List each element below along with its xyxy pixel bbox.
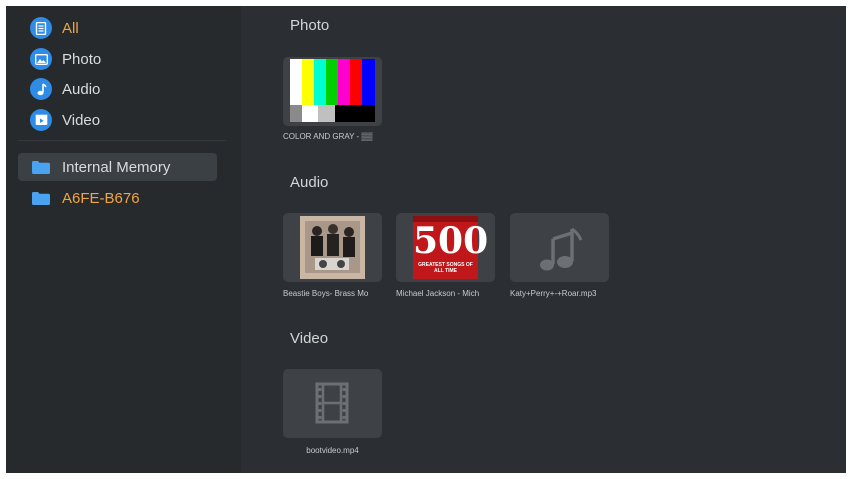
film-icon <box>315 382 349 424</box>
document-icon <box>30 17 52 39</box>
sidebar-item-video[interactable]: Video <box>30 107 100 133</box>
audio-thumbnail-katy-perry[interactable] <box>510 213 609 282</box>
storage-internal-memory[interactable]: Internal Memory <box>18 153 217 181</box>
audio-thumbnail-michael-jackson[interactable]: 500 GREATEST SONGS OF ALL TIME <box>396 213 495 282</box>
folder-icon <box>32 160 50 174</box>
audio-item-label: Michael Jackson - Mich <box>396 289 480 298</box>
sidebar-item-label: Photo <box>62 50 102 68</box>
audio-item-label: Katy+Perry+-+Roar.mp3 <box>510 289 597 298</box>
sidebar-item-label: Video <box>62 111 101 129</box>
audio-item-label: Beastie Boys- Brass Mo <box>283 289 369 298</box>
video-item-label: bootvideo.mp4 <box>306 446 359 455</box>
media-browser-screen: All Photo Audio Video Internal Memory A6… <box>6 6 846 473</box>
sidebar-divider <box>18 140 226 141</box>
sidebar: All Photo Audio Video Internal Memory A6… <box>6 6 241 473</box>
folder-icon <box>32 191 50 205</box>
storage-a6fe-b676[interactable]: A6FE-B676 <box>18 184 217 212</box>
color-bars-image <box>283 57 382 126</box>
sidebar-item-photo[interactable]: Photo <box>30 46 101 72</box>
video-icon <box>30 109 52 131</box>
audio-thumbnail-beastie-boys[interactable] <box>283 213 382 282</box>
album-art-number: 500 <box>413 220 489 262</box>
photo-item-label: COLOR AND GRAY - ▒▒ <box>283 132 373 141</box>
storage-label: Internal Memory <box>62 158 171 176</box>
section-title-photo: Photo <box>290 17 330 34</box>
sidebar-item-all[interactable]: All <box>30 15 79 41</box>
music-note-icon <box>30 78 52 100</box>
storage-label: A6FE-B676 <box>62 189 140 207</box>
sidebar-item-label: All <box>62 19 79 37</box>
section-title-video: Video <box>290 330 329 347</box>
album-art-caption: GREATEST SONGS OF ALL TIME <box>418 262 473 274</box>
sidebar-item-label: Audio <box>62 80 101 98</box>
sidebar-item-audio[interactable]: Audio <box>30 76 100 102</box>
music-note-icon <box>540 227 583 271</box>
image-icon <box>30 48 52 70</box>
photo-thumbnail[interactable] <box>283 57 382 126</box>
video-thumbnail[interactable] <box>283 369 382 438</box>
album-art-photo <box>300 216 365 279</box>
section-title-audio: Audio <box>290 174 329 191</box>
